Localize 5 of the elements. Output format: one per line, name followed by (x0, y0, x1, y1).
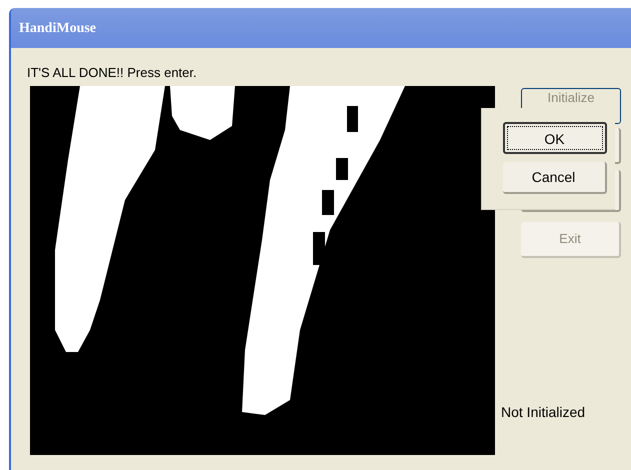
status-label: Not Initialized (501, 403, 586, 422)
window-title: HandiMouse (19, 20, 96, 38)
ok-button[interactable]: OK (502, 122, 606, 154)
status-message: IT'S ALL DONE!! Press enter. (27, 66, 197, 79)
cancel-button[interactable]: Cancel (502, 162, 606, 194)
